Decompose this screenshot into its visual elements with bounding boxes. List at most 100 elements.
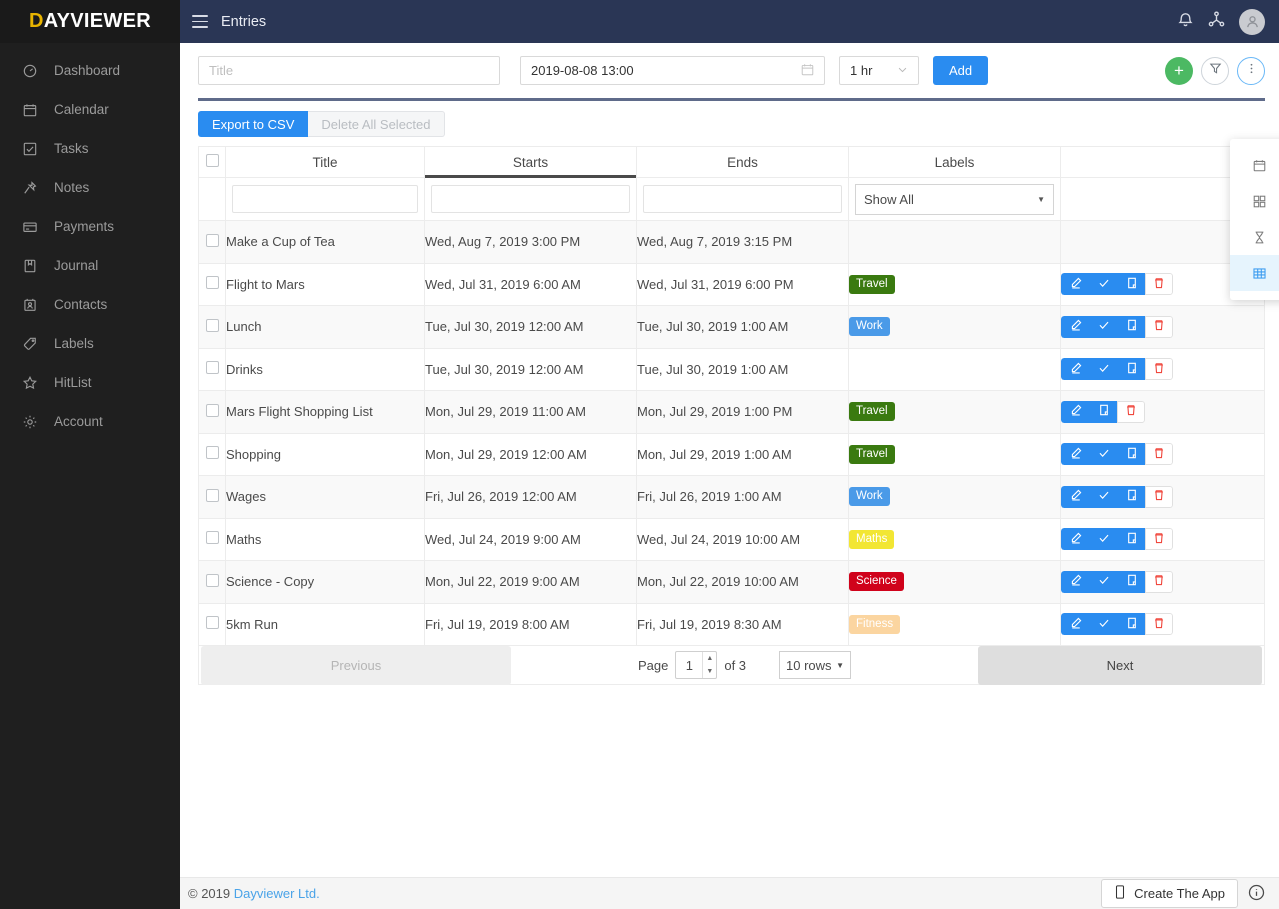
edit-row-button[interactable] [1061,315,1089,338]
duration-select[interactable]: 1 hr [839,56,919,85]
menu-toggle-icon[interactable] [192,15,208,28]
company-link[interactable]: Dayviewer Ltd. [234,886,320,901]
filter-labels-select[interactable]: Show All ▼ [855,183,1054,215]
row-checkbox[interactable] [205,446,219,460]
copy-row-button[interactable] [1089,400,1117,423]
delete-row-button[interactable] [1117,400,1145,423]
edit-row-button[interactable] [1061,358,1089,381]
table-row[interactable]: Maths Wed, Jul 24, 2019 9:00 AM Wed, Jul 2… [198,517,1265,561]
table-row[interactable]: Drinks Tue, Jul 30, 2019 12:00 AM Tue, Jul… [198,347,1265,391]
filter-title-input[interactable] [232,185,418,213]
delete-row-button[interactable] [1145,358,1173,381]
info-button[interactable] [1248,884,1265,904]
select-all-checkbox[interactable] [205,154,219,167]
copy-row-button[interactable] [1117,613,1145,636]
table-row[interactable]: Shopping Mon, Jul 29, 2019 12:00 AM Mon, J… [198,432,1265,476]
rows-per-page-select[interactable]: 10 rows ▼ [779,651,852,679]
table-row[interactable]: Make a Cup of Tea Wed, Aug 7, 2019 3:00 P… [198,220,1265,264]
sidebar-item-tasks[interactable]: Tasks [0,129,180,168]
row-checkbox[interactable] [205,531,219,545]
table-row[interactable]: 5km Run Fri, Jul 19, 2019 8:00 AM Fri, Jul… [198,602,1265,646]
filter-ends-input[interactable] [643,185,842,213]
next-page-button[interactable]: Next [978,645,1262,685]
view-menu-item-calendar-view[interactable]: Calendar View [1230,147,1279,183]
edit-row-button[interactable] [1061,443,1089,466]
row-checkbox[interactable] [205,403,219,417]
check-row-button[interactable] [1089,570,1117,593]
delete-row-button[interactable] [1145,485,1173,508]
title-input[interactable]: Title [198,56,500,85]
column-header-labels[interactable]: Labels [848,146,1061,178]
column-header-title[interactable]: Title [225,146,425,178]
column-header-ends[interactable]: Ends [636,146,849,178]
delete-all-selected-button[interactable]: Delete All Selected [308,111,445,137]
sidebar-item-contacts[interactable]: Contacts [0,285,180,324]
sidebar-item-dashboard[interactable]: Dashboard [0,51,180,90]
brand-logo[interactable]: DAYVIEWER [0,0,180,43]
share-icon[interactable] [1208,10,1225,33]
edit-row-button[interactable] [1061,273,1089,296]
previous-page-button[interactable]: Previous [201,645,511,685]
delete-row-button[interactable] [1145,613,1173,636]
copy-row-button[interactable] [1117,485,1145,508]
copy-row-button[interactable] [1117,358,1145,381]
row-checkbox[interactable] [205,318,219,332]
edit-row-button[interactable] [1061,485,1089,508]
page-number-stepper[interactable]: 1 ▲ ▼ [675,651,718,679]
sidebar-item-journal[interactable]: Journal [0,246,180,285]
filter-button[interactable] [1201,56,1229,85]
view-menu-item-cards-view[interactable]: Cards View [1230,183,1279,219]
view-menu-item-timeline-view[interactable]: Timeline View [1230,219,1279,255]
check-row-button[interactable] [1089,443,1117,466]
edit-row-button[interactable] [1061,400,1089,423]
delete-row-button[interactable] [1145,315,1173,338]
row-checkbox[interactable] [205,361,219,375]
table-row[interactable]: Science - Copy Mon, Jul 22, 2019 9:00 AM M… [198,560,1265,604]
stepper-up-icon[interactable]: ▲ [703,652,716,665]
sidebar-item-calendar[interactable]: Calendar [0,90,180,129]
delete-row-button[interactable] [1145,443,1173,466]
create-the-app-button[interactable]: Create The App [1101,879,1238,908]
check-row-button[interactable] [1089,273,1117,296]
date-input[interactable]: 2019-08-08 13:00 [520,56,825,85]
delete-row-button[interactable] [1145,273,1173,296]
copy-row-button[interactable] [1117,528,1145,551]
export-csv-button[interactable]: Export to CSV [198,111,309,137]
column-header-starts[interactable]: Starts [424,146,637,179]
copy-row-button[interactable] [1117,443,1145,466]
add-circle-button[interactable]: + [1165,56,1193,85]
row-checkbox[interactable] [205,488,219,502]
sidebar-item-notes[interactable]: Notes [0,168,180,207]
sidebar-item-payments[interactable]: Payments [0,207,180,246]
delete-row-button[interactable] [1145,528,1173,551]
view-menu-item-table-view[interactable]: Table View [1230,255,1279,291]
delete-row-button[interactable] [1145,570,1173,593]
stepper-down-icon[interactable]: ▼ [703,665,716,678]
check-row-button[interactable] [1089,315,1117,338]
sidebar-item-account[interactable]: Account [0,402,180,441]
copy-row-button[interactable] [1117,315,1145,338]
bell-icon[interactable] [1177,11,1194,33]
table-row[interactable]: Flight to Mars Wed, Jul 31, 2019 6:00 AM W… [198,262,1265,306]
check-row-button[interactable] [1089,528,1117,551]
table-row[interactable]: Lunch Tue, Jul 30, 2019 12:00 AM Tue, Jul … [198,305,1265,349]
check-row-button[interactable] [1089,485,1117,508]
filter-starts-input[interactable] [431,185,630,213]
edit-row-button[interactable] [1061,528,1089,551]
avatar[interactable] [1239,8,1265,35]
copy-row-button[interactable] [1117,273,1145,296]
table-row[interactable]: Mars Flight Shopping List Mon, Jul 29, 20… [198,390,1265,434]
edit-row-button[interactable] [1061,613,1089,636]
sidebar-item-labels[interactable]: Labels [0,324,180,363]
check-row-button[interactable] [1089,613,1117,636]
table-row[interactable]: Wages Fri, Jul 26, 2019 12:00 AM Fri, Jul … [198,475,1265,519]
edit-row-button[interactable] [1061,570,1089,593]
row-checkbox[interactable] [205,616,219,630]
add-button[interactable]: Add [933,56,989,85]
select-view-button[interactable] [1237,56,1265,85]
row-checkbox[interactable] [205,276,219,290]
row-checkbox[interactable] [205,573,219,587]
copy-row-button[interactable] [1117,570,1145,593]
check-row-button[interactable] [1089,358,1117,381]
row-checkbox[interactable] [205,233,219,247]
